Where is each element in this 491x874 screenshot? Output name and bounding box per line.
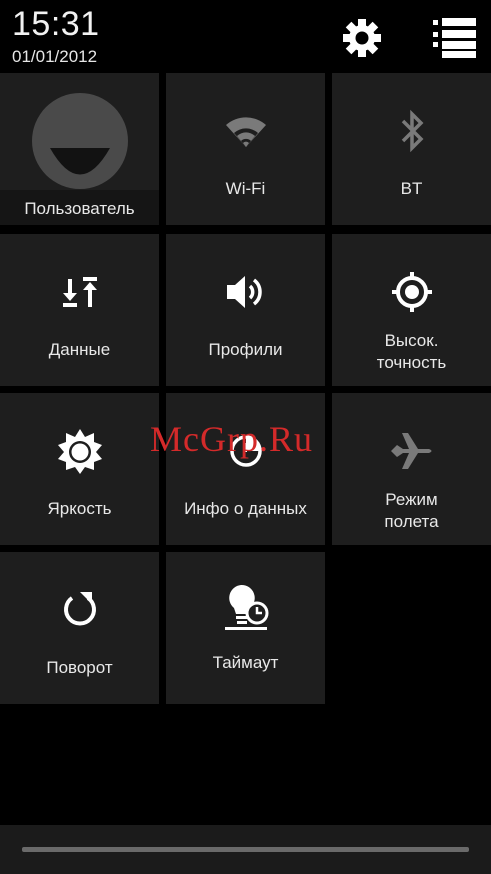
clock-time: 15:31: [12, 5, 100, 43]
drag-handle[interactable]: [22, 847, 469, 852]
tile-label: Высок. точность: [376, 331, 447, 372]
tile-label: Яркость: [47, 499, 112, 518]
panel-bottom-bar[interactable]: [0, 825, 491, 874]
data-transfer-icon: [62, 277, 97, 307]
tile-airplane-mode[interactable]: Режим полета: [332, 393, 491, 545]
tile-user[interactable]: Пользователь: [0, 73, 159, 225]
status-bar: 15:31 01/01/2012: [0, 0, 491, 72]
tile-label: Режим полета: [384, 490, 439, 531]
notification-list-button[interactable]: [426, 10, 482, 66]
tile-location-accuracy[interactable]: Высок. точность: [332, 234, 491, 386]
timeout-icon: [224, 584, 268, 630]
airplane-icon: [390, 433, 431, 469]
clock-date: 01/01/2012: [12, 47, 98, 66]
tile-label: Пользователь: [24, 199, 135, 218]
brightness-icon: [57, 429, 102, 474]
tile-data[interactable]: Данные: [0, 234, 159, 386]
tile-timeout[interactable]: Таймаут: [166, 552, 325, 704]
wifi-icon: [225, 117, 266, 147]
list-icon: [433, 18, 476, 58]
tile-profiles[interactable]: Профили: [166, 234, 325, 386]
data-usage-icon: [229, 435, 262, 467]
location-icon: [391, 272, 432, 312]
tile-label: Wi-Fi: [225, 179, 266, 198]
tile-data-usage[interactable]: Инфо о данных: [166, 393, 325, 545]
tile-label: BT: [400, 179, 423, 198]
bluetooth-icon: [401, 109, 423, 153]
tile-label: Таймаут: [212, 653, 279, 672]
tile-wifi[interactable]: Wi-Fi: [166, 73, 325, 225]
volume-icon: [226, 276, 262, 308]
tile-label: Данные: [48, 340, 111, 359]
tile-brightness[interactable]: Яркость: [0, 393, 159, 545]
rotate-icon: [63, 592, 96, 626]
tile-label: Поворот: [46, 658, 113, 677]
gear-icon: [343, 19, 381, 57]
settings-button[interactable]: [334, 10, 390, 66]
tile-rotate[interactable]: Поворот: [0, 552, 159, 704]
tile-bluetooth[interactable]: BT: [332, 73, 491, 225]
tile-label: Профили: [208, 340, 283, 359]
tile-label: Инфо о данных: [184, 499, 307, 518]
